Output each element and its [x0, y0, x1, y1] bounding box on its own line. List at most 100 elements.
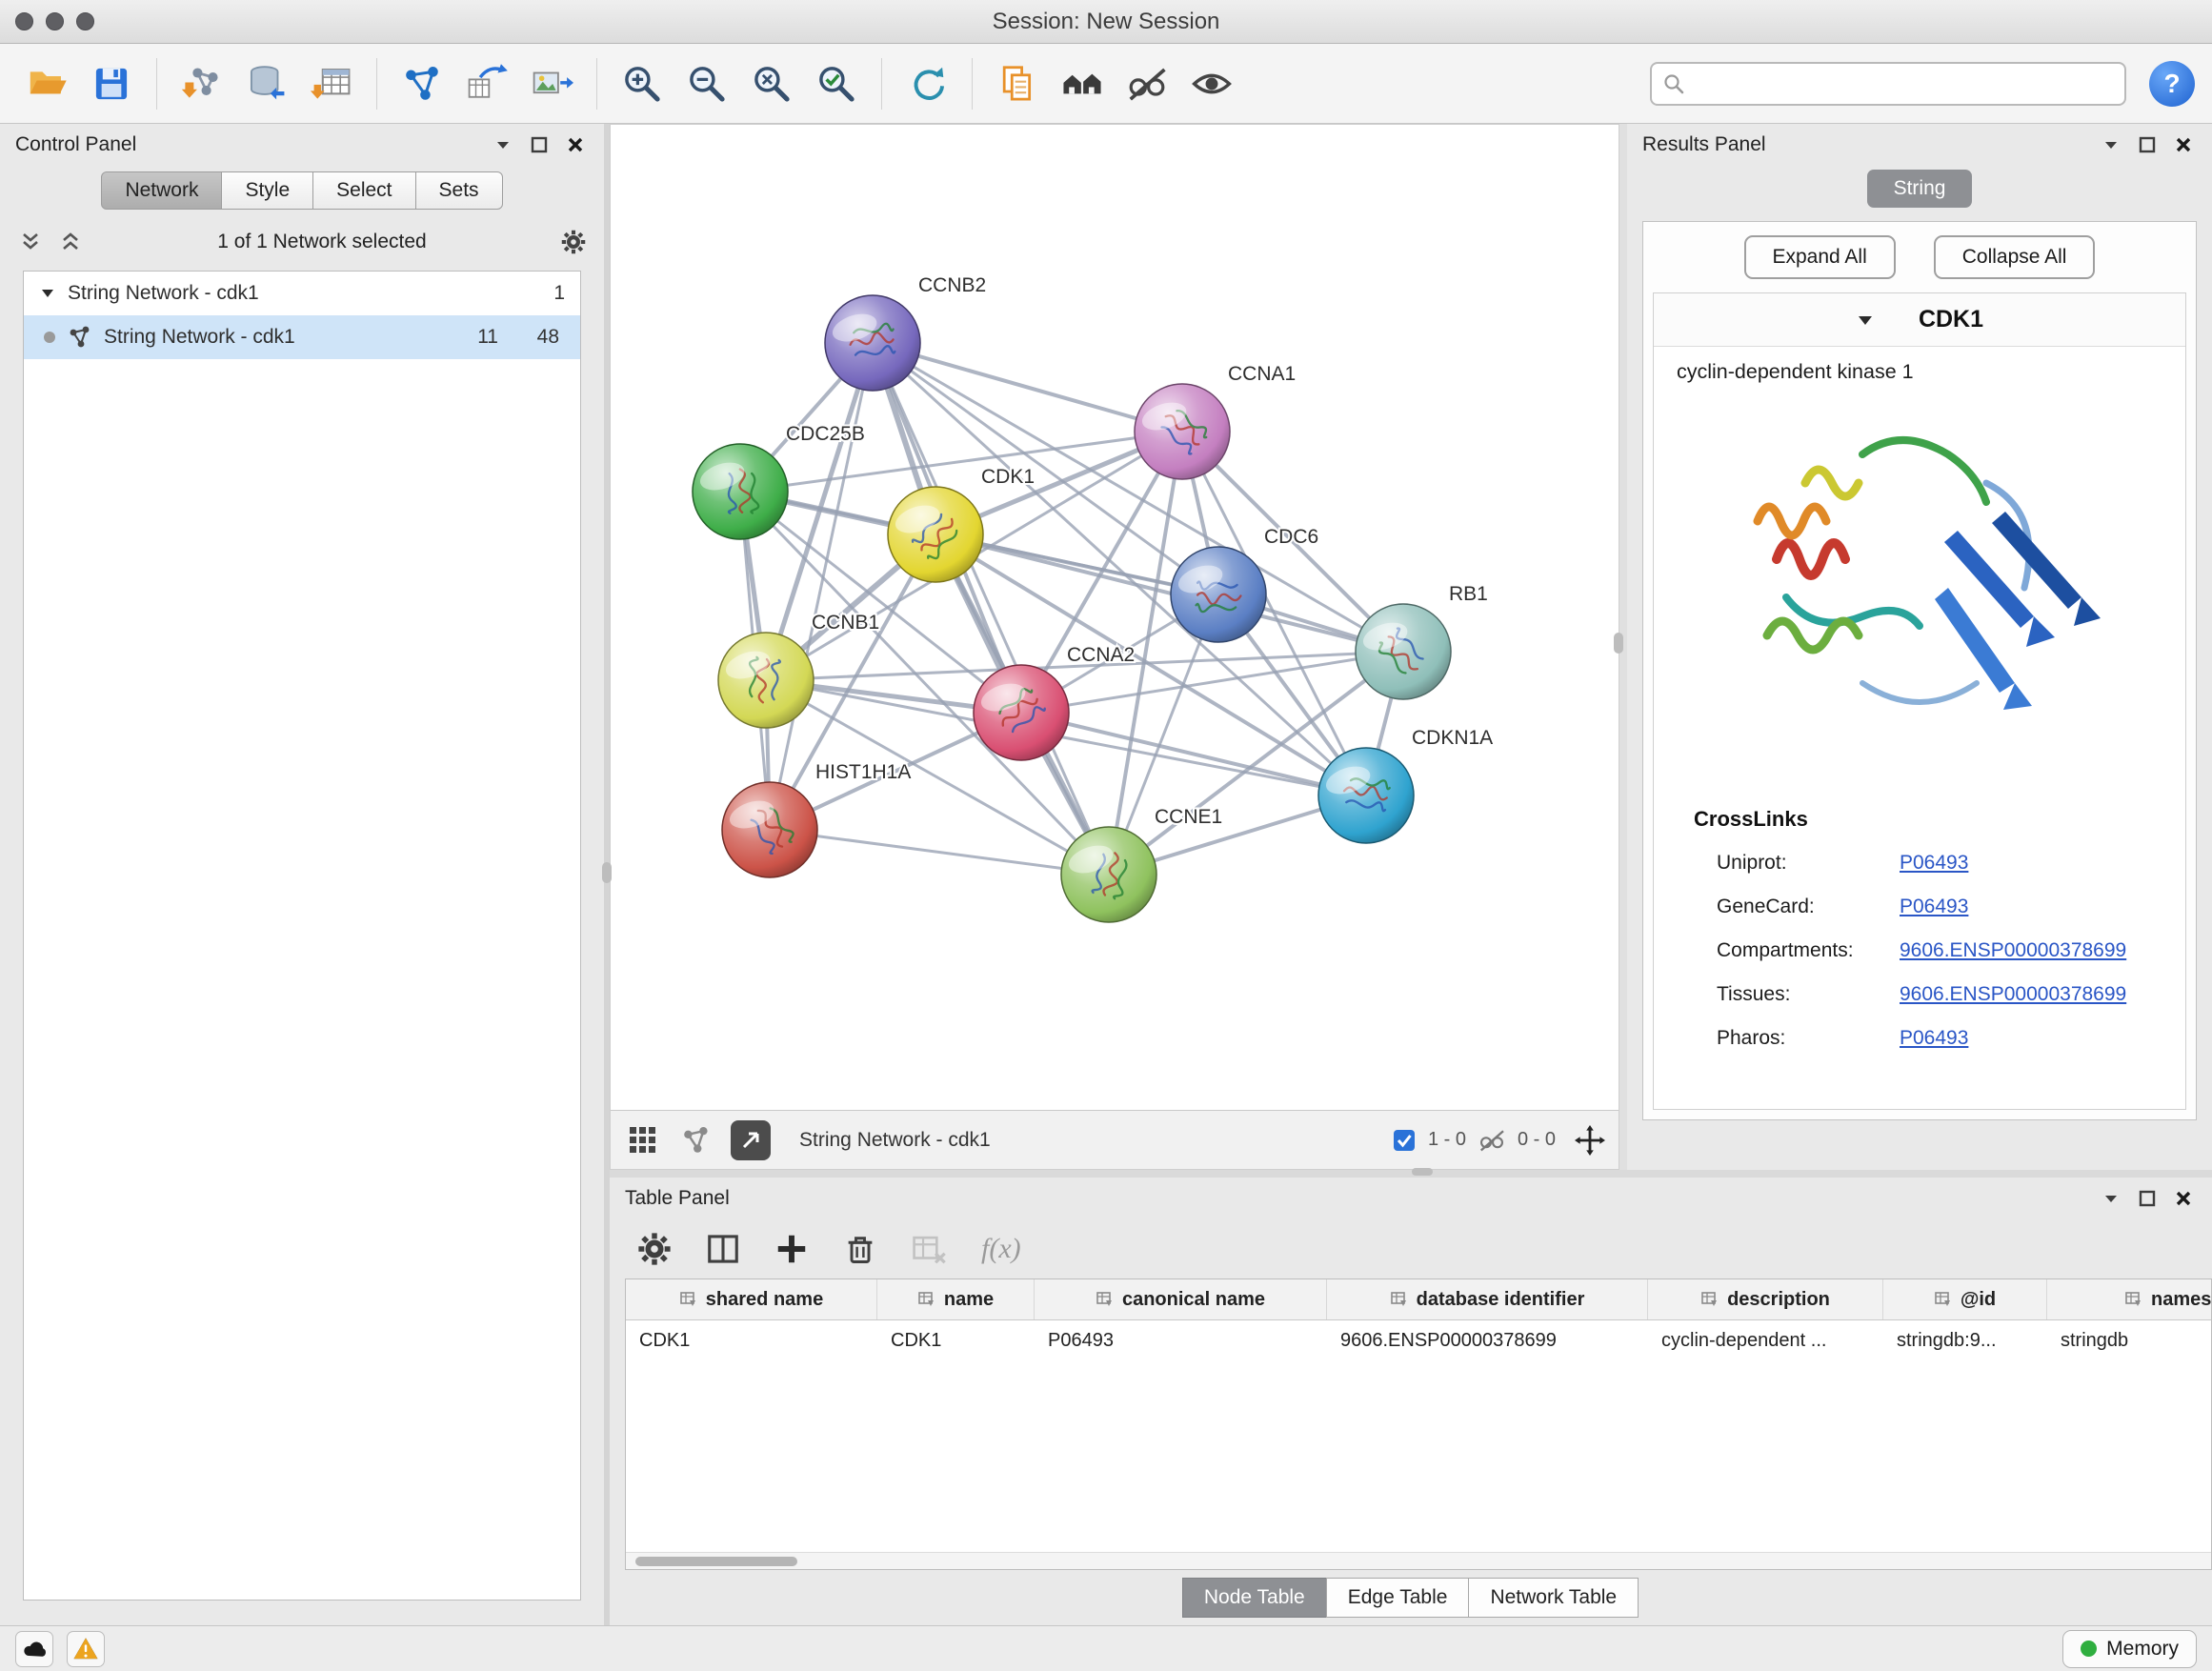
import-table-button[interactable]: [302, 54, 361, 113]
column-header-shared-name[interactable]: shared name: [626, 1279, 877, 1319]
tab-edge-table[interactable]: Edge Table: [1326, 1578, 1470, 1618]
crosslink-link[interactable]: 9606.ENSP00000378699: [1900, 983, 2126, 1006]
column-header-canonical-name[interactable]: canonical name: [1035, 1279, 1327, 1319]
network-node-CCNB1[interactable]: CCNB1: [718, 612, 879, 728]
panel-float-button[interactable]: [2134, 131, 2161, 158]
tab-sets[interactable]: Sets: [415, 171, 503, 210]
column-header-name[interactable]: name: [877, 1279, 1035, 1319]
scrollbar-thumb[interactable]: [635, 1557, 797, 1566]
network-edge-CDK1-RB1[interactable]: [935, 534, 1403, 652]
bottom-splitter-handle[interactable]: [1412, 1168, 1433, 1176]
network-overview-button[interactable]: [677, 1121, 715, 1159]
expand-all-networks-button[interactable]: [17, 229, 44, 255]
column-sort-icon[interactable]: [1700, 1290, 1719, 1309]
disclosure-triangle-icon[interactable]: [1856, 311, 1875, 330]
collapse-all-button[interactable]: Collapse All: [1934, 235, 2096, 279]
disclosure-triangle-icon[interactable]: [39, 285, 56, 302]
table-options-button[interactable]: [633, 1227, 676, 1271]
zoom-in-button[interactable]: [613, 54, 672, 113]
column-header-database-identifier[interactable]: database identifier: [1327, 1279, 1648, 1319]
table-horizontal-scrollbar[interactable]: [626, 1552, 2211, 1569]
network-node-CDK1[interactable]: CDK1: [888, 466, 1035, 582]
open-in-string-button[interactable]: [731, 1120, 771, 1160]
node-section-header[interactable]: CDK1: [1654, 293, 2185, 347]
export-network-button[interactable]: [457, 54, 516, 113]
table-cell[interactable]: stringdb: [2047, 1320, 2212, 1360]
network-node-CDKN1A[interactable]: CDKN1A: [1318, 727, 1493, 843]
crosslink-link[interactable]: P06493: [1900, 896, 1968, 918]
crosslink-link[interactable]: 9606.ENSP00000378699: [1900, 939, 2126, 962]
network-graph[interactable]: CCNB2CCNA1CDC25BCDK1CDC6RB1CCNB1CCNA2CDK…: [611, 125, 1619, 1110]
network-edge-CCNB2-CCNE1[interactable]: [873, 343, 1109, 875]
network-canvas[interactable]: CCNB2CCNA1CDC25BCDK1CDC6RB1CCNB1CCNA2CDK…: [611, 125, 1619, 1110]
table-cell[interactable]: stringdb:9...: [1883, 1320, 2047, 1360]
duplicate-network-button[interactable]: [988, 54, 1047, 113]
column-sort-icon[interactable]: [1096, 1290, 1115, 1309]
column-header--id[interactable]: @id: [1883, 1279, 2047, 1319]
export-image-button[interactable]: [522, 54, 581, 113]
column-sort-icon[interactable]: [1390, 1290, 1409, 1309]
import-network-database-button[interactable]: [237, 54, 296, 113]
memory-button[interactable]: Memory: [2062, 1630, 2197, 1668]
left-splitter-handle[interactable]: [602, 862, 612, 883]
table-cell[interactable]: CDK1: [626, 1320, 877, 1360]
cloud-status-button[interactable]: [15, 1631, 53, 1667]
column-sort-icon[interactable]: [917, 1290, 936, 1309]
hidden-items-icon[interactable]: [1478, 1126, 1506, 1155]
create-column-button[interactable]: [770, 1227, 814, 1271]
zoom-selected-button[interactable]: [807, 54, 866, 113]
network-node-HIST1H1A[interactable]: HIST1H1A: [722, 761, 911, 877]
column-header-description[interactable]: description: [1648, 1279, 1883, 1319]
network-collection-row[interactable]: String Network - cdk1 1: [24, 272, 580, 315]
new-network-button[interactable]: [392, 54, 452, 113]
function-builder-button[interactable]: f(x): [981, 1233, 1021, 1265]
warnings-button[interactable]: [67, 1631, 105, 1667]
fit-content-crosshair-icon[interactable]: [1575, 1125, 1605, 1156]
table-cell[interactable]: CDK1: [877, 1320, 1035, 1360]
network-edge-CCNB2-HIST1H1A[interactable]: [770, 343, 873, 830]
network-edge-HIST1H1A-CCNE1[interactable]: [770, 830, 1109, 875]
tab-network-table[interactable]: Network Table: [1468, 1578, 1639, 1618]
column-header-namespace[interactable]: namespace: [2047, 1279, 2212, 1319]
panel-close-button[interactable]: [562, 131, 589, 158]
show-all-button[interactable]: [1182, 54, 1241, 113]
crosslink-link[interactable]: P06493: [1900, 1027, 1968, 1050]
network-row[interactable]: String Network - cdk1 11 48: [24, 315, 580, 359]
table-cell[interactable]: P06493: [1035, 1320, 1327, 1360]
help-button[interactable]: ?: [2149, 61, 2195, 107]
zoom-out-button[interactable]: [677, 54, 736, 113]
search-input[interactable]: [1694, 72, 2113, 95]
panel-float-button[interactable]: [526, 131, 553, 158]
table-row[interactable]: CDK1CDK1P064939606.ENSP00000378699cyclin…: [626, 1320, 2211, 1360]
table-cell[interactable]: cyclin-dependent ...: [1648, 1320, 1883, 1360]
panel-menu-button[interactable]: [2098, 1185, 2124, 1212]
import-network-file-button[interactable]: [172, 54, 231, 113]
delete-column-button[interactable]: [838, 1227, 882, 1271]
column-sort-icon[interactable]: [1934, 1290, 1953, 1309]
network-options-button[interactable]: [560, 229, 587, 255]
tab-node-table[interactable]: Node Table: [1182, 1578, 1327, 1618]
open-session-button[interactable]: [17, 54, 76, 113]
right-splitter-handle[interactable]: [1614, 633, 1623, 654]
tab-select[interactable]: Select: [312, 171, 415, 210]
network-node-RB1[interactable]: RB1: [1356, 583, 1488, 699]
birds-eye-view-button[interactable]: [624, 1121, 662, 1159]
panel-float-button[interactable]: [2134, 1185, 2161, 1212]
panel-close-button[interactable]: [2170, 131, 2197, 158]
show-columns-button[interactable]: [701, 1227, 745, 1271]
collapse-all-networks-button[interactable]: [57, 229, 84, 255]
hide-selected-button[interactable]: [1117, 54, 1176, 113]
selected-checkbox-icon[interactable]: [1392, 1128, 1417, 1153]
network-node-CCNA1[interactable]: CCNA1: [1135, 363, 1296, 479]
refresh-network-button[interactable]: [897, 54, 956, 113]
panel-menu-button[interactable]: [2098, 131, 2124, 158]
column-sort-icon[interactable]: [679, 1290, 698, 1309]
save-session-button[interactable]: [82, 54, 141, 113]
crosslink-link[interactable]: P06493: [1900, 852, 1968, 875]
panel-menu-button[interactable]: [490, 131, 516, 158]
tab-network[interactable]: Network: [101, 171, 222, 210]
expand-all-button[interactable]: Expand All: [1744, 235, 1896, 279]
column-sort-icon[interactable]: [2124, 1290, 2143, 1309]
network-node-CCNB2[interactable]: CCNB2: [825, 274, 986, 391]
tab-style[interactable]: Style: [221, 171, 313, 210]
